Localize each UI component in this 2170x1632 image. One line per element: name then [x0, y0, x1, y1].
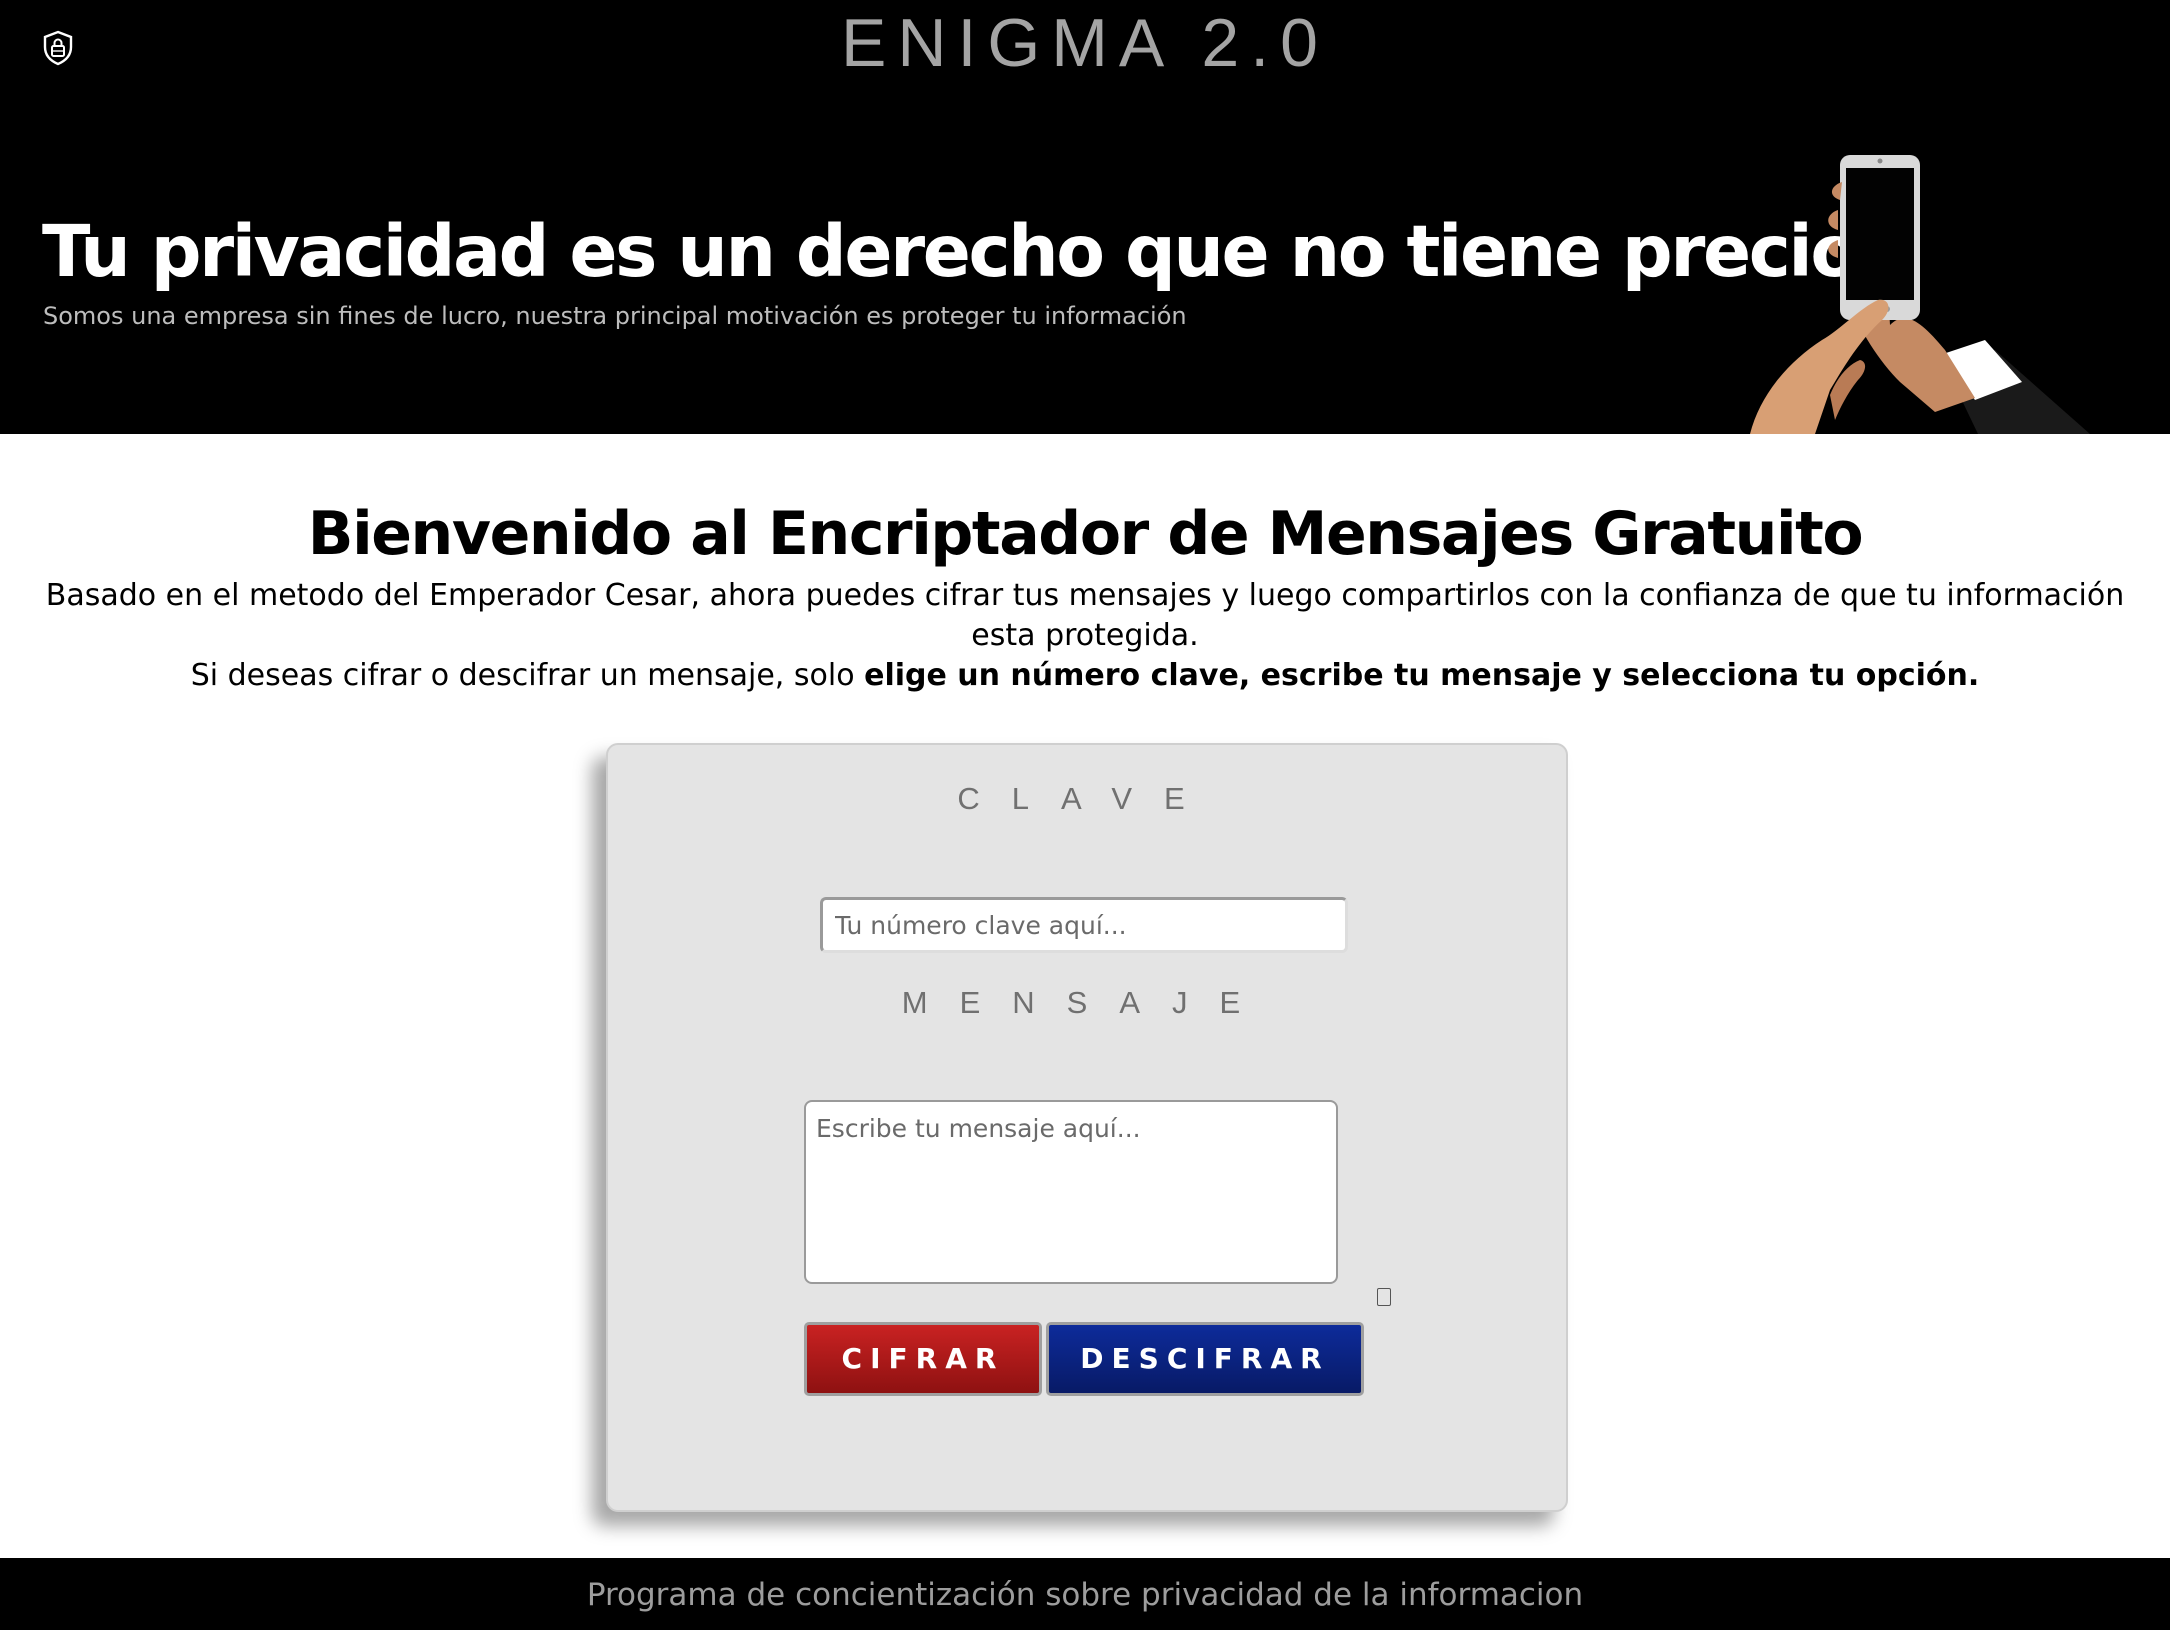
instructions-bold-text: elige un número clave, escribe tu mensaj…	[864, 658, 1980, 693]
intro-section: Bienvenido al Encriptador de Mensajes Gr…	[0, 492, 2170, 696]
message-textarea[interactable]	[804, 1100, 1338, 1284]
key-label: CLAVE	[957, 781, 1217, 816]
decrypt-button[interactable]: DESCIFRAR	[1046, 1322, 1364, 1396]
hero-title: Tu privacidad es un derecho que no tiene…	[42, 210, 1859, 293]
encryption-form-card: CLAVE MENSAJE CIFRAR DESCIFRAR	[606, 743, 1568, 1512]
textarea-resize-handle[interactable]	[1377, 1288, 1391, 1306]
encrypt-button[interactable]: CIFRAR	[804, 1322, 1042, 1396]
intro-description: Basado en el metodo del Emperador Cesar,…	[45, 578, 2125, 653]
hero-banner: ENIGMA 2.0 Tu privacidad es un derecho q…	[0, 0, 2170, 434]
footer: Programa de concientización sobre privac…	[0, 1558, 2170, 1630]
hero-subtitle: Somos una empresa sin fines de lucro, nu…	[43, 302, 1187, 330]
hands-holding-phone-illustration	[1750, 155, 2090, 434]
instructions-text: Si deseas cifrar o descifrar un mensaje,…	[190, 658, 865, 693]
footer-text: Programa de concientización sobre privac…	[586, 1577, 1584, 1613]
key-input[interactable]	[820, 897, 1348, 953]
intro-instructions: Si deseas cifrar o descifrar un mensaje,…	[28, 656, 2142, 696]
brand-title: ENIGMA 2.0	[841, 5, 1329, 81]
message-label: MENSAJE	[901, 985, 1273, 1020]
welcome-heading: Bienvenido al Encriptador de Mensajes Gr…	[307, 499, 1864, 569]
